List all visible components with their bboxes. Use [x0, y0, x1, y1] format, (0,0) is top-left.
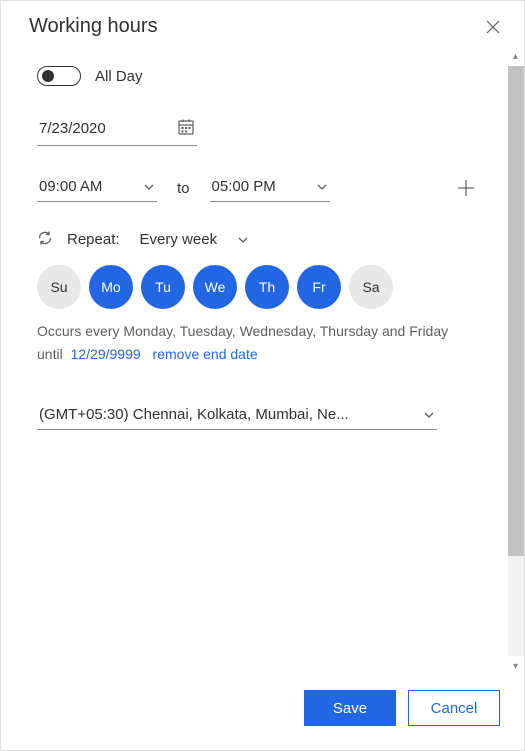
- all-day-label: All Day: [95, 68, 143, 85]
- start-time-input[interactable]: 09:00 AM: [37, 174, 157, 202]
- all-day-toggle[interactable]: [37, 66, 81, 86]
- chevron-down-icon: [316, 181, 328, 193]
- day-toggle-th[interactable]: Th: [245, 265, 289, 309]
- scroll-track[interactable]: [508, 66, 524, 656]
- timezone-value: (GMT+05:30) Chennai, Kolkata, Mumbai, Ne…: [39, 406, 349, 423]
- timezone-select[interactable]: (GMT+05:30) Chennai, Kolkata, Mumbai, Ne…: [37, 402, 437, 430]
- vertical-scrollbar[interactable]: ▴ ▾: [506, 46, 524, 676]
- chevron-down-icon: [423, 409, 435, 421]
- dialog-footer: Save Cancel: [1, 676, 524, 750]
- day-label: Tu: [155, 279, 171, 295]
- until-date-link[interactable]: 12/29/9999: [71, 346, 141, 362]
- day-toggle-fr[interactable]: Fr: [297, 265, 341, 309]
- save-button[interactable]: Save: [304, 690, 396, 726]
- chevron-down-icon: [237, 234, 249, 246]
- calendar-icon: [177, 118, 195, 139]
- end-time-value: 05:00 PM: [212, 178, 276, 195]
- day-toggle-sa[interactable]: Sa: [349, 265, 393, 309]
- day-label: Mo: [101, 279, 120, 295]
- dialog-title: Working hours: [29, 15, 158, 38]
- date-input[interactable]: 7/23/2020: [37, 114, 197, 146]
- dialog-header: Working hours: [1, 1, 524, 46]
- until-line: until 12/29/9999 remove end date: [37, 346, 476, 362]
- remove-end-date-link[interactable]: remove end date: [153, 346, 258, 362]
- day-toggle-su[interactable]: Su: [37, 265, 81, 309]
- day-label: Fr: [312, 279, 325, 295]
- day-toggle-mo[interactable]: Mo: [89, 265, 133, 309]
- scroll-down-arrow-icon[interactable]: ▾: [513, 658, 518, 674]
- until-label: until: [37, 346, 63, 362]
- day-label: We: [205, 279, 226, 295]
- day-toggle-we[interactable]: We: [193, 265, 237, 309]
- chevron-down-icon: [143, 181, 155, 193]
- close-icon[interactable]: [486, 20, 500, 34]
- to-label: to: [173, 180, 194, 197]
- add-time-slot-button[interactable]: [456, 178, 476, 198]
- toggle-knob: [42, 70, 54, 82]
- cancel-button[interactable]: Cancel: [408, 690, 500, 726]
- recurrence-summary: Occurs every Monday, Tuesday, Wednesday,…: [37, 321, 476, 342]
- scroll-thumb[interactable]: [508, 66, 524, 556]
- working-hours-dialog: Working hours All Day 7/23/2020: [0, 0, 525, 751]
- day-toggle-tu[interactable]: Tu: [141, 265, 185, 309]
- repeat-label: Repeat:: [67, 231, 120, 248]
- start-time-value: 09:00 AM: [39, 178, 102, 195]
- end-time-input[interactable]: 05:00 PM: [210, 174, 330, 202]
- repeat-frequency-select[interactable]: Every week: [134, 231, 250, 248]
- repeat-value: Every week: [140, 231, 218, 248]
- day-label: Th: [259, 279, 275, 295]
- scroll-up-arrow-icon[interactable]: ▴: [513, 48, 518, 64]
- weekday-selector: Su Mo Tu We Th Fr Sa: [37, 265, 476, 309]
- date-value: 7/23/2020: [39, 120, 106, 137]
- dialog-body: All Day 7/23/2020: [1, 46, 506, 676]
- day-label: Sa: [362, 279, 379, 295]
- day-label: Su: [50, 279, 67, 295]
- repeat-icon: [37, 230, 53, 249]
